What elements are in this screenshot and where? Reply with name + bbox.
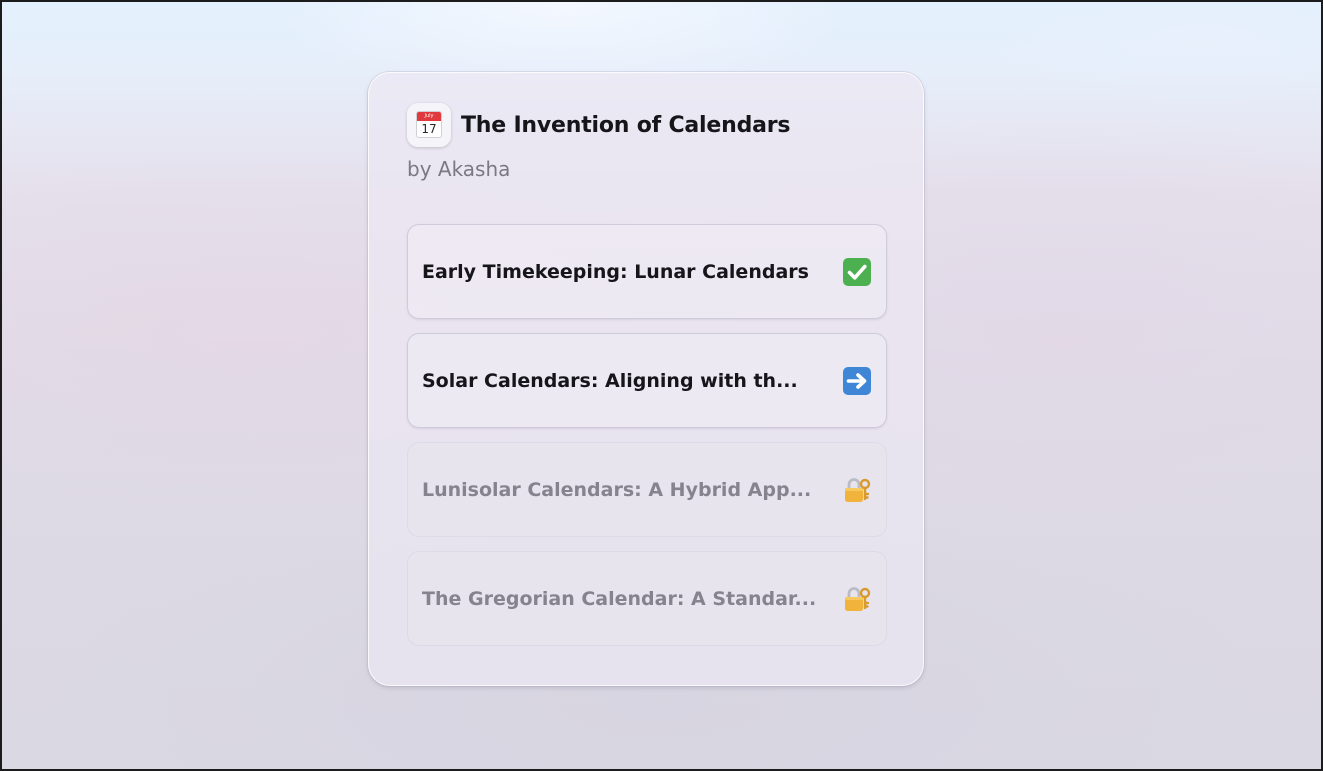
course-title: The Invention of Calendars (461, 112, 791, 138)
course-author: by Akasha (407, 157, 511, 181)
calendar-icon: July 17 (407, 103, 451, 147)
chapter-label: Lunisolar Calendars: A Hybrid App... (422, 478, 812, 501)
lock-with-key-icon (845, 586, 871, 611)
chapter-list: Early Timekeeping: Lunar Calendars Solar… (407, 224, 887, 660)
chapter-label: Solar Calendars: Aligning with th... (422, 369, 798, 392)
chapter-item-3: Lunisolar Calendars: A Hybrid App... (407, 442, 887, 537)
chapter-label: Early Timekeeping: Lunar Calendars (422, 260, 809, 283)
course-card: July 17 The Invention of Calendars by Ak… (368, 72, 924, 686)
chapter-item-2[interactable]: Solar Calendars: Aligning with th... (407, 333, 887, 428)
chapter-label: The Gregorian Calendar: A Standar... (422, 587, 817, 610)
check-mark-icon (843, 257, 871, 286)
course-header: July 17 The Invention of Calendars (407, 103, 791, 147)
calendar-icon-day: 17 (421, 122, 437, 136)
lock-with-key-icon (845, 477, 871, 502)
right-arrow-icon (843, 366, 871, 395)
chapter-item-1[interactable]: Early Timekeeping: Lunar Calendars (407, 224, 887, 319)
calendar-icon-month: July (417, 112, 441, 121)
chapter-item-4: The Gregorian Calendar: A Standar... (407, 551, 887, 646)
